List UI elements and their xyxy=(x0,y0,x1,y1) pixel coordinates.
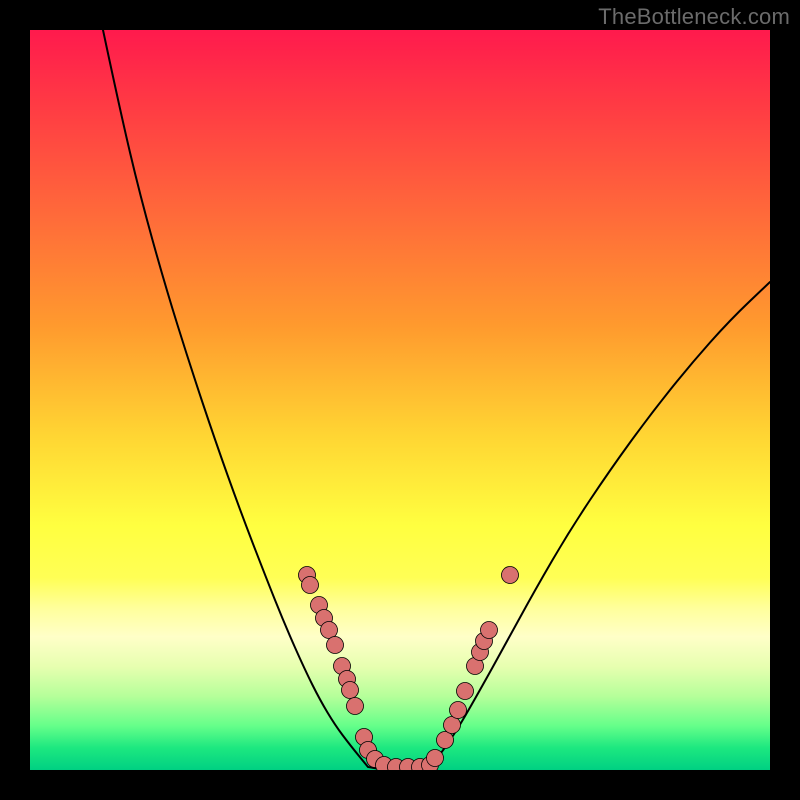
data-point xyxy=(342,682,359,699)
chart-frame xyxy=(30,30,770,770)
data-point xyxy=(502,567,519,584)
data-point xyxy=(457,683,474,700)
data-point xyxy=(481,622,498,639)
watermark-text: TheBottleneck.com xyxy=(598,4,790,30)
data-point xyxy=(347,698,364,715)
data-point xyxy=(427,750,444,767)
data-point xyxy=(321,622,338,639)
data-point xyxy=(327,637,344,654)
chart-svg xyxy=(30,30,770,770)
data-point xyxy=(437,732,454,749)
bottleneck-curve xyxy=(103,30,770,769)
data-point xyxy=(450,702,467,719)
data-point xyxy=(302,577,319,594)
data-point xyxy=(444,717,461,734)
